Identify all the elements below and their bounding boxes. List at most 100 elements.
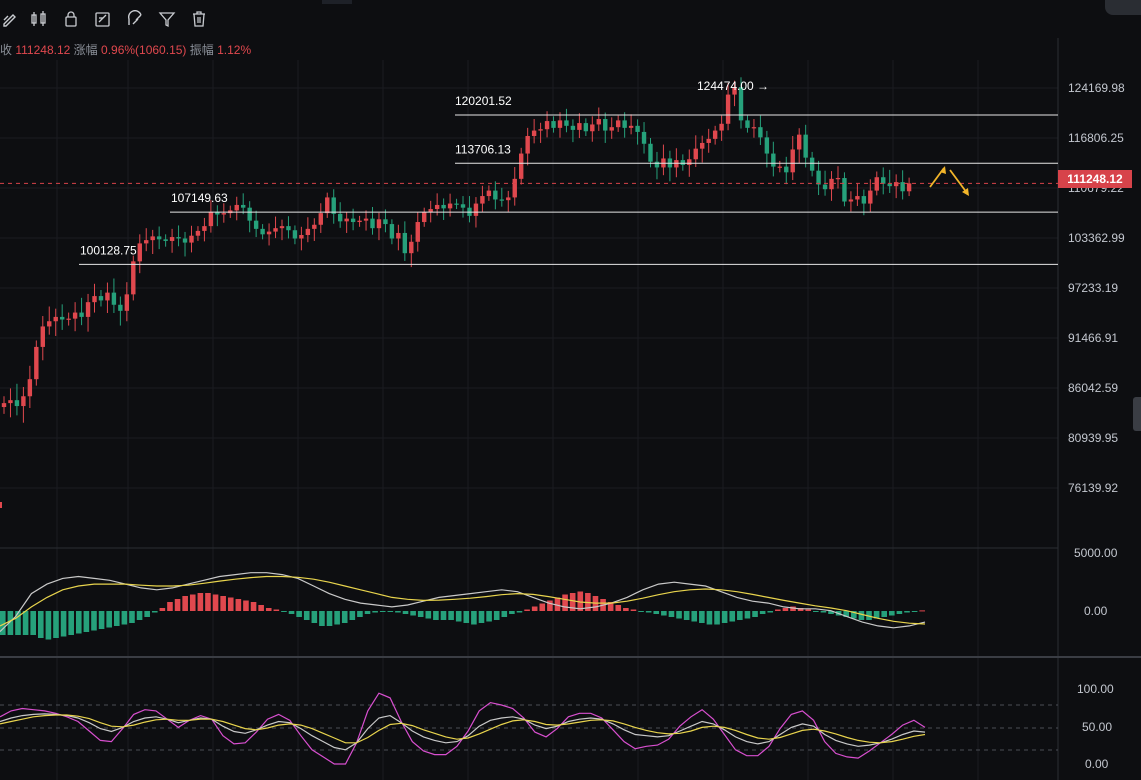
candle-body xyxy=(706,138,711,143)
candle-body xyxy=(680,160,686,165)
macd-histogram-bar xyxy=(387,611,394,612)
macd-histogram-bar xyxy=(813,611,819,612)
macd-histogram-bar xyxy=(45,611,52,640)
candle-body xyxy=(156,236,162,240)
side-panel-handle[interactable] xyxy=(1133,397,1141,431)
macd-histogram-bar xyxy=(775,609,781,611)
macd-histogram-bar xyxy=(167,602,173,611)
macd-histogram-bar xyxy=(524,609,530,611)
macd-histogram-bar xyxy=(68,611,74,635)
macd-histogram-bar xyxy=(319,611,325,626)
candle-body xyxy=(305,228,311,236)
candle-body xyxy=(693,148,698,160)
forecast-arrow-down-head xyxy=(962,188,969,196)
macd-histogram-bar xyxy=(22,611,29,635)
candle-body xyxy=(615,120,621,128)
macd-histogram-bar xyxy=(402,611,409,614)
candle-body xyxy=(544,121,550,130)
candle-body xyxy=(131,261,136,295)
candle-body xyxy=(279,226,285,229)
macd-histogram-bar xyxy=(258,605,264,611)
candle-body xyxy=(758,127,763,138)
candle-body xyxy=(590,124,595,132)
level-label: 113706.13 xyxy=(455,142,511,156)
candle-body xyxy=(887,183,892,187)
candle-body xyxy=(253,220,259,229)
macd-histogram-bar xyxy=(463,611,470,623)
macd-histogram-bar xyxy=(273,609,280,611)
candle-body xyxy=(829,178,834,190)
level-label: 107149.63 xyxy=(171,191,228,205)
candle-body xyxy=(751,127,757,129)
candle-body xyxy=(105,292,110,301)
candle-body xyxy=(357,220,362,223)
candle-body xyxy=(92,296,97,303)
candle-body xyxy=(422,212,427,223)
candle-body xyxy=(796,134,802,150)
candle-body xyxy=(195,230,201,236)
candle-body xyxy=(370,218,375,229)
macd-histogram-bar xyxy=(144,611,150,617)
macd-histogram-bar xyxy=(106,611,112,628)
candle-body xyxy=(486,190,492,197)
candle-body xyxy=(687,159,692,165)
macd-histogram-bar xyxy=(417,611,424,617)
candle-body xyxy=(712,130,718,139)
candle-body xyxy=(855,196,860,200)
last-price-tag: 111248.12 xyxy=(1058,170,1132,188)
candle-body xyxy=(648,143,653,162)
macd-histogram-bar xyxy=(174,599,181,611)
candle-body xyxy=(434,204,440,210)
macd-histogram-bar xyxy=(265,608,272,611)
candle-body xyxy=(72,312,78,319)
macd-histogram-bar xyxy=(782,608,789,611)
candle-body xyxy=(318,213,323,225)
candle-body xyxy=(816,170,821,185)
candle-body xyxy=(144,240,149,244)
candle-body xyxy=(525,136,530,154)
macd-histogram-bar xyxy=(562,594,568,611)
macd-histogram-bar xyxy=(136,611,143,620)
candle-body xyxy=(460,204,466,208)
macd-histogram-bar xyxy=(706,611,713,625)
price-chart[interactable]: 124169.98116806.25110679.22103362.999723… xyxy=(0,0,1141,780)
macd-dif-line xyxy=(0,572,926,633)
macd-histogram-bar xyxy=(509,611,515,614)
candle-body xyxy=(299,235,304,239)
candle-body xyxy=(538,129,543,131)
high-marker-label: 124474.00 → xyxy=(697,79,769,93)
candle-body xyxy=(531,130,537,137)
candle-body xyxy=(337,213,343,222)
candle-body xyxy=(344,218,349,222)
candle-body xyxy=(182,238,188,243)
macd-histogram-bar xyxy=(83,611,90,632)
macd-histogram-bar xyxy=(75,611,82,634)
candle-body xyxy=(396,232,401,239)
candle-body xyxy=(34,346,39,380)
candle-body xyxy=(376,219,382,229)
macd-histogram-bar xyxy=(911,611,918,612)
candle-body xyxy=(8,400,13,404)
price-tick-label: 124169.98 xyxy=(1068,81,1125,95)
macd-histogram-bar xyxy=(379,611,386,612)
candle-body xyxy=(564,120,569,126)
candle-body xyxy=(519,153,524,179)
macd-histogram-bar xyxy=(334,611,340,625)
candle-body xyxy=(59,316,65,320)
macd-histogram-bar xyxy=(151,611,158,613)
candle-body xyxy=(603,119,608,131)
macd-histogram-bar xyxy=(288,611,295,614)
macd-histogram-bar xyxy=(311,611,318,623)
candle-body xyxy=(176,237,181,239)
candle-body xyxy=(803,134,808,158)
macd-histogram-bar xyxy=(341,611,348,623)
level-label: 100128.75 xyxy=(80,243,137,257)
macd-histogram-bar xyxy=(805,609,812,611)
candle-body xyxy=(27,379,33,397)
macd-histogram-bar xyxy=(737,611,743,620)
macd-histogram-bar xyxy=(486,611,492,622)
macd-histogram-bar xyxy=(759,611,766,614)
candle-body xyxy=(363,218,369,221)
candle-body xyxy=(881,177,886,184)
candle-body xyxy=(260,228,265,235)
